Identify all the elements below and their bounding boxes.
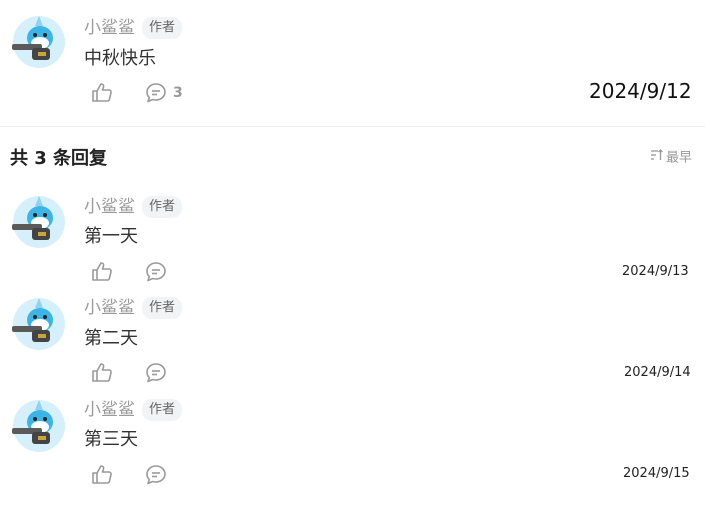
reply-text: 第二天	[84, 328, 138, 349]
thumbs-up-icon[interactable]	[90, 260, 114, 284]
reply-text: 第三天	[84, 429, 138, 450]
reply-date: 2024/9/14	[624, 365, 691, 380]
comment-text: 中秋快乐	[84, 48, 156, 69]
author-badge: 作者	[142, 297, 183, 319]
comment-bubble-icon[interactable]	[144, 81, 168, 105]
author-name[interactable]: 小鲨鲨	[84, 297, 135, 319]
comment-bubble-icon[interactable]	[144, 260, 168, 284]
reply-date: 2024/9/13	[622, 264, 689, 279]
author-badge: 作者	[142, 399, 183, 421]
author-name[interactable]: 小鲨鲨	[84, 399, 135, 421]
replies-count-title: 共 3 条回复	[10, 148, 108, 169]
author-badge: 作者	[142, 17, 183, 39]
thumbs-up-icon[interactable]	[90, 463, 114, 487]
author-name[interactable]: 小鲨鲨	[84, 17, 135, 39]
sort-toggle[interactable]: 最早	[650, 149, 692, 168]
author-badge: 作者	[142, 196, 183, 218]
comment-bubble-icon[interactable]	[144, 463, 168, 487]
comment-bubble-icon[interactable]	[144, 361, 168, 385]
author-avatar[interactable]	[10, 192, 68, 250]
reply-text: 第一天	[84, 226, 138, 247]
divider	[0, 126, 705, 127]
sort-icon	[650, 149, 663, 167]
sort-label: 最早	[666, 150, 693, 166]
author-name[interactable]: 小鲨鲨	[84, 196, 135, 218]
thumbs-up-icon[interactable]	[90, 361, 114, 385]
author-avatar[interactable]	[10, 294, 68, 352]
reply-count: 3	[173, 85, 183, 101]
author-avatar[interactable]	[10, 12, 68, 70]
comment-date: 2024/9/12	[589, 79, 692, 103]
author-avatar[interactable]	[10, 396, 68, 454]
reply-date: 2024/9/15	[623, 466, 690, 481]
thumbs-up-icon[interactable]	[90, 81, 114, 105]
